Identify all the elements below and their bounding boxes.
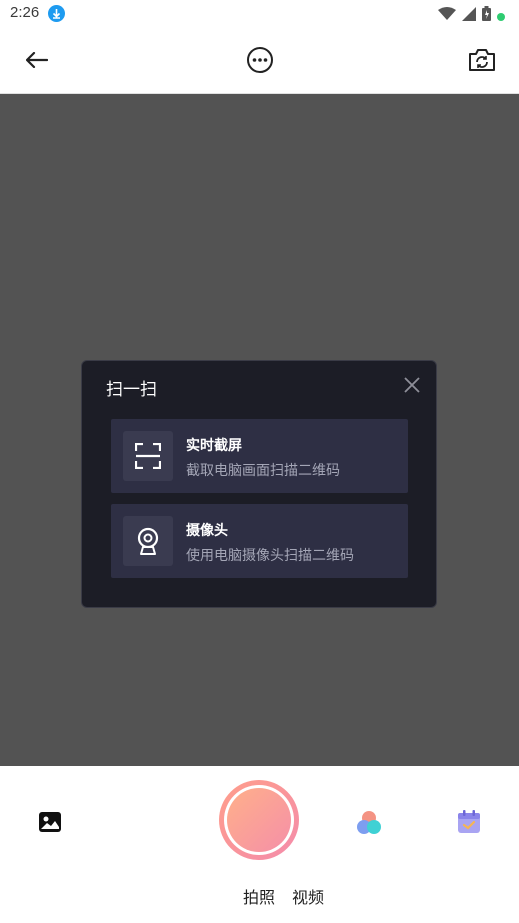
battery-icon — [482, 6, 491, 25]
scan-frame-icon — [123, 431, 173, 481]
signal-icon — [462, 6, 476, 25]
more-button[interactable] — [240, 40, 280, 80]
close-button[interactable] — [402, 375, 422, 395]
color-filter-icon — [357, 811, 381, 834]
switch-camera-icon — [469, 49, 495, 71]
close-icon — [404, 377, 420, 393]
option-subtitle: 使用电脑摄像头扫描二维码 — [186, 548, 354, 564]
more-dots-icon — [247, 47, 273, 73]
notification-dot-icon — [497, 6, 505, 25]
status-time: 2:26 — [10, 4, 40, 21]
dialog-title: 扫一扫 — [106, 380, 157, 400]
filter-button[interactable] — [355, 809, 383, 841]
gallery-icon — [39, 812, 61, 832]
option-title: 摄像头 — [186, 523, 228, 539]
wifi-icon — [438, 6, 456, 25]
mode-video[interactable]: 视频 — [292, 884, 324, 908]
calendar-check-icon — [458, 810, 480, 833]
top-bar — [0, 28, 519, 94]
arrow-left-icon — [26, 52, 48, 68]
download-icon — [48, 5, 65, 22]
bottom-panel: 拍照 视频 — [0, 766, 519, 923]
gallery-button[interactable] — [38, 811, 62, 837]
option-screenshot[interactable]: 实时截屏 截取电脑画面扫描二维码 — [111, 419, 408, 493]
shutter-button[interactable] — [219, 780, 299, 860]
option-title: 实时截屏 — [186, 438, 242, 454]
switch-camera-button[interactable] — [462, 40, 502, 80]
scan-dialog: 扫一扫 实时截屏 截取电脑画面扫描二维码 摄像头 使用电脑摄像头扫描二维码 — [81, 360, 437, 608]
calendar-button[interactable] — [457, 810, 481, 838]
status-bar: 2:26 — [0, 0, 519, 28]
option-webcam[interactable]: 摄像头 使用电脑摄像头扫描二维码 — [111, 504, 408, 578]
back-button[interactable] — [17, 40, 57, 80]
mode-photo[interactable]: 拍照 — [243, 884, 275, 908]
webcam-icon — [123, 516, 173, 566]
option-subtitle: 截取电脑画面扫描二维码 — [186, 463, 340, 479]
